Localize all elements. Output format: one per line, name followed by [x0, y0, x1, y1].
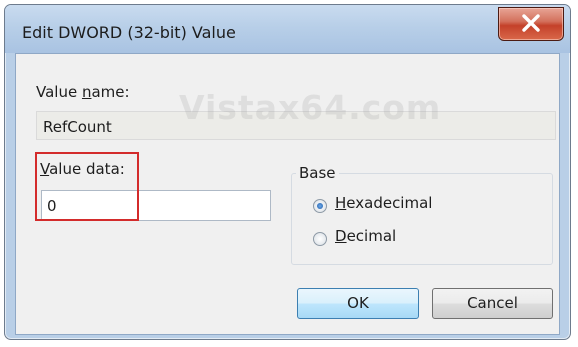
hex-text: exadecimal — [346, 194, 433, 212]
watermark: Vistax64.com — [179, 88, 442, 127]
dialog-title: Edit DWORD (32-bit) Value — [22, 23, 236, 42]
value-name-label: Value name: — [36, 83, 130, 101]
radio-hexadecimal-label: Hexadecimal — [335, 194, 432, 212]
value-name-label-part2: ame: — [91, 83, 130, 101]
dec-text: ecimal — [346, 227, 397, 245]
radio-decimal-label: Decimal — [335, 227, 396, 245]
radio-button-checked-icon[interactable] — [313, 199, 327, 213]
value-name-label-part1: Value — [36, 83, 82, 101]
dialog-window: Edit DWORD (32-bit) Value Value name: Re… — [4, 4, 571, 340]
title-bar[interactable]: Edit DWORD (32-bit) Value — [5, 5, 570, 53]
dialog-client-area: Value name: RefCount Vistax64.com Value … — [15, 53, 560, 335]
close-icon — [522, 14, 540, 32]
base-groupbox — [291, 173, 553, 265]
base-legend: Base — [296, 164, 339, 182]
highlight-box — [35, 152, 139, 221]
hex-mnemonic: H — [335, 194, 347, 212]
cancel-button[interactable]: Cancel — [432, 288, 553, 319]
close-button[interactable] — [498, 7, 564, 41]
radio-button-icon[interactable] — [313, 232, 327, 246]
dec-mnemonic: D — [335, 227, 347, 245]
ok-button[interactable]: OK — [297, 288, 419, 319]
